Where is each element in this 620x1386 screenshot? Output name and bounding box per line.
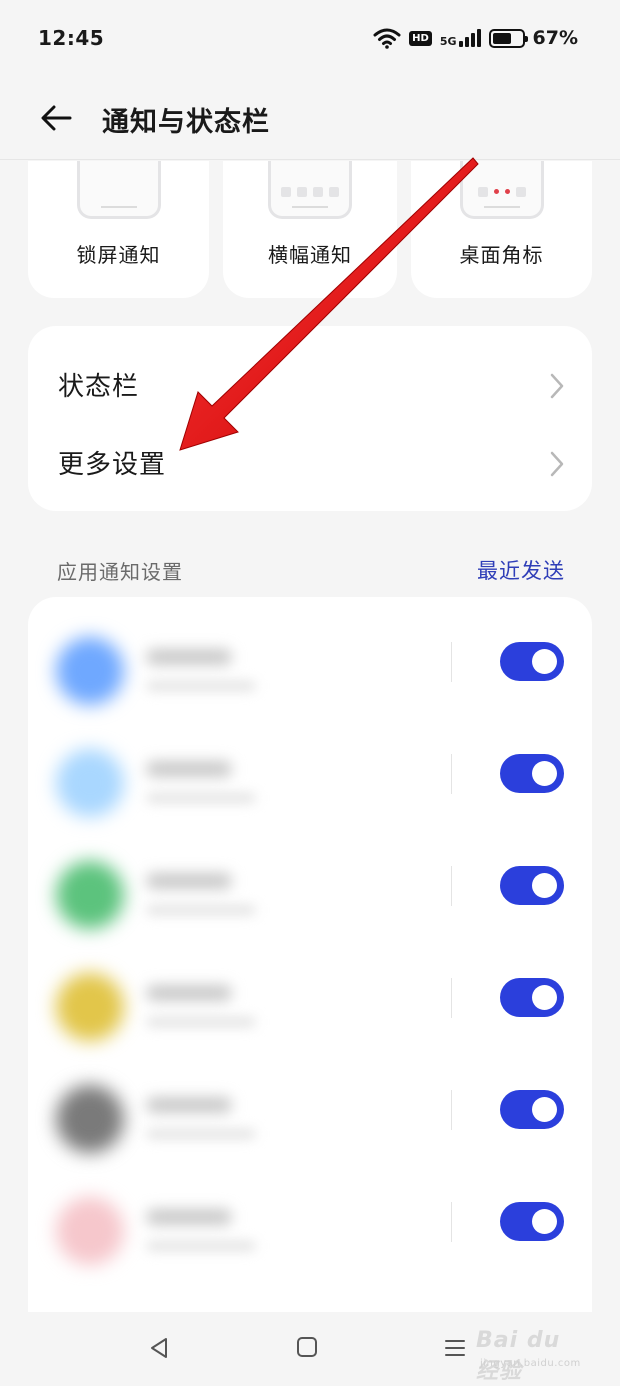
5g-label: 5G <box>439 35 457 48</box>
style-label: 桌面角标 <box>459 243 544 267</box>
app-row[interactable] <box>28 1059 592 1171</box>
notification-toggle[interactable] <box>500 642 564 681</box>
app-icon <box>56 637 124 705</box>
app-icon <box>56 1197 124 1265</box>
chevron-right-icon <box>550 373 564 399</box>
lockscreen-preview-icon <box>76 161 161 219</box>
toggle-knob <box>532 1097 557 1122</box>
row-divider <box>451 1090 452 1130</box>
app-subtitle-blurred <box>146 793 256 803</box>
style-card-banner[interactable]: 横幅通知 <box>223 161 397 298</box>
app-icon <box>56 861 124 929</box>
notification-toggle[interactable] <box>500 866 564 905</box>
toggle-knob <box>532 649 557 674</box>
app-subtitle-blurred <box>146 1017 256 1027</box>
watermark-brand: Bai du 经验 <box>476 1328 561 1384</box>
signal-bars-icon <box>458 29 481 47</box>
battery-icon <box>488 28 528 48</box>
row-divider <box>451 978 452 1018</box>
notification-style-picker: 锁屏通知 横幅通知 桌面角标 <box>0 161 620 301</box>
toggle-knob <box>532 761 557 786</box>
style-label: 横幅通知 <box>268 243 352 267</box>
app-row[interactable] <box>28 723 592 835</box>
toggle-knob <box>532 985 557 1010</box>
style-card-lockscreen[interactable]: 锁屏通知 <box>28 161 209 298</box>
notification-toggle[interactable] <box>500 1090 564 1129</box>
app-row[interactable] <box>28 611 592 723</box>
battery-percent: 67% <box>532 27 578 49</box>
status-icons: HD 5G 67% <box>373 24 578 52</box>
status-time: 12:45 <box>38 26 105 50</box>
row-divider <box>451 754 452 794</box>
hd-badge: HD <box>409 30 432 46</box>
cell-signal: 5G <box>440 29 481 47</box>
style-card-badge[interactable]: 桌面角标 <box>411 161 592 298</box>
style-label: 锁屏通知 <box>76 243 161 267</box>
setting-label: 状态栏 <box>58 372 140 402</box>
app-row[interactable] <box>28 1171 592 1283</box>
app-subtitle-blurred <box>146 681 256 691</box>
app-icon <box>56 973 124 1041</box>
sort-recent-link[interactable]: 最近发送 <box>477 555 565 585</box>
notification-toggle[interactable] <box>500 1202 564 1241</box>
app-row[interactable] <box>28 835 592 947</box>
baidu-watermark: Bai du 经验 jingyan.baidu.com <box>476 1328 588 1384</box>
settings-card: 状态栏 更多设置 <box>28 326 592 511</box>
app-icon <box>56 1085 124 1153</box>
triangle-back-icon[interactable] <box>148 1336 170 1360</box>
row-divider <box>451 866 452 906</box>
app-subtitle-blurred <box>146 1129 256 1139</box>
chevron-right-icon <box>550 451 564 477</box>
toggle-knob <box>532 1209 557 1234</box>
wifi-icon <box>373 28 401 49</box>
app-subtitle-blurred <box>146 905 256 915</box>
app-subtitle-blurred <box>146 1241 256 1251</box>
section-title: 应用通知设置 <box>57 560 183 584</box>
square-home-icon[interactable] <box>296 1336 318 1358</box>
status-bar: 12:45 HD 5G 67% <box>0 0 620 76</box>
notification-toggle[interactable] <box>500 978 564 1017</box>
app-name-blurred <box>146 873 232 889</box>
app-name-blurred <box>146 1097 232 1113</box>
app-name-blurred <box>146 761 232 777</box>
row-divider <box>451 642 452 682</box>
setting-label: 更多设置 <box>58 450 167 480</box>
battery-fill <box>492 32 512 44</box>
app-notification-list <box>28 597 592 1312</box>
notification-toggle[interactable] <box>500 754 564 793</box>
app-name-blurred <box>146 1209 232 1225</box>
toggle-knob <box>532 873 557 898</box>
badge-preview-icon <box>459 161 544 219</box>
app-name-blurred <box>146 985 232 1001</box>
page-title: 通知与状态栏 <box>102 107 270 138</box>
app-icon <box>56 749 124 817</box>
arrow-left-icon[interactable] <box>36 98 76 138</box>
banner-preview-icon <box>268 161 352 219</box>
watermark-url: jingyan.baidu.com <box>480 1358 581 1369</box>
app-name-blurred <box>146 649 232 665</box>
title-bar: 通知与状态栏 <box>0 76 620 160</box>
row-divider <box>451 1202 452 1242</box>
menu-lines-icon[interactable] <box>444 1337 466 1359</box>
app-row[interactable] <box>28 947 592 1059</box>
setting-status-bar[interactable]: 状态栏 <box>28 346 592 424</box>
setting-more-settings[interactable]: 更多设置 <box>28 424 592 502</box>
